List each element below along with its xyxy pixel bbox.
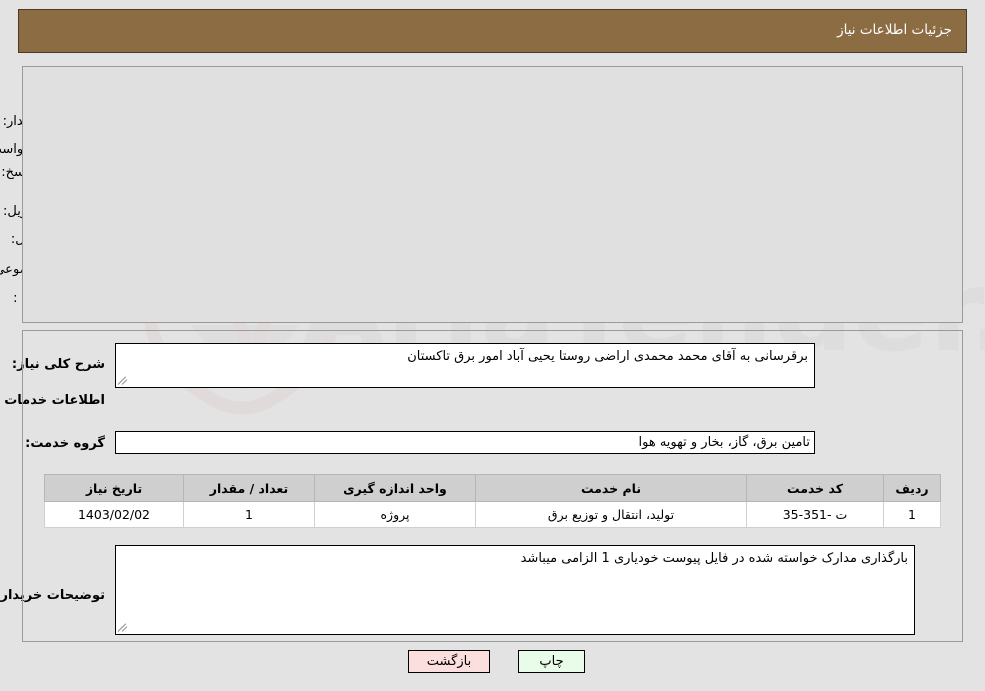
back-button[interactable]: بازگشت <box>408 650 490 673</box>
need-info-panel <box>22 66 963 323</box>
page-title: جزئیات اطلاعات نیاز <box>837 22 952 38</box>
need-description-panel <box>22 330 963 642</box>
need-details-page: AriaTender.net جزئیات اطلاعات نیاز شماره… <box>0 0 985 691</box>
page-header: جزئیات اطلاعات نیاز <box>18 9 967 53</box>
print-button[interactable]: چاپ <box>518 650 585 673</box>
